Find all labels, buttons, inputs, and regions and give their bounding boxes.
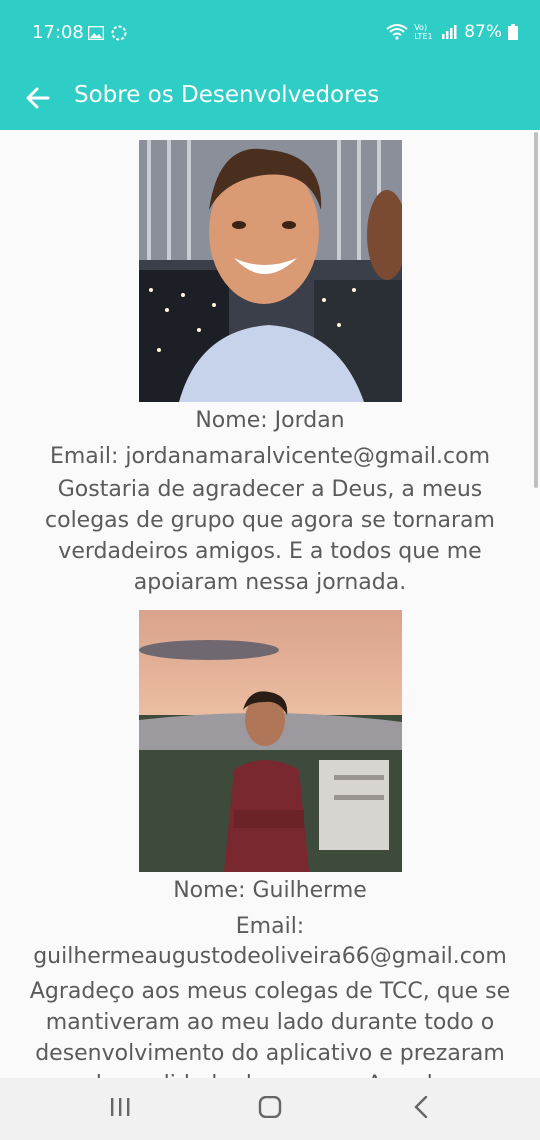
developer-card: Nome: Guilherme Email: guilhermeaugustod… bbox=[0, 598, 540, 1078]
developers-list[interactable]: Nome: Jordan Email: jordanamaralvicente@… bbox=[0, 130, 540, 1078]
status-time: 17:08 bbox=[32, 22, 84, 43]
developer-photo bbox=[138, 140, 402, 402]
developer-name: Nome: Guilherme bbox=[173, 878, 367, 903]
status-bar: 17:08 Vo) LTE1 87% bbox=[0, 0, 540, 68]
signal-icon bbox=[442, 25, 457, 39]
developer-name: Nome: Jordan bbox=[195, 408, 345, 433]
recents-icon[interactable] bbox=[108, 1096, 132, 1118]
gallery-icon bbox=[88, 26, 104, 40]
network-label: Vo) LTE1 bbox=[414, 23, 433, 41]
developer-message: Agradeço aos meus colegas de TCC, que se… bbox=[29, 979, 511, 1078]
wifi-icon bbox=[386, 24, 408, 40]
developer-message: Gostaria de agradecer a Deus, a meus col… bbox=[45, 477, 495, 595]
developer-card: Nome: Jordan Email: jordanamaralvicente@… bbox=[0, 130, 540, 598]
battery-percent: 87% bbox=[464, 22, 502, 42]
developer-email: Email: guilhermeaugustodeoliveira66@gmai… bbox=[33, 914, 507, 969]
developer-email: Email: jordanamaralvicente@gmail.com bbox=[49, 444, 491, 469]
sync-icon bbox=[111, 25, 127, 41]
page-title: Sobre os Desenvolvedores bbox=[74, 82, 380, 108]
developer-photo bbox=[138, 610, 402, 872]
battery-icon bbox=[508, 24, 518, 40]
system-nav-bar bbox=[0, 1078, 540, 1140]
home-icon[interactable] bbox=[258, 1096, 282, 1118]
scrollbar[interactable] bbox=[534, 132, 538, 488]
app-bar: Sobre os Desenvolvedores bbox=[0, 68, 540, 130]
back-arrow-icon[interactable] bbox=[24, 84, 52, 112]
back-icon[interactable] bbox=[410, 1096, 434, 1118]
